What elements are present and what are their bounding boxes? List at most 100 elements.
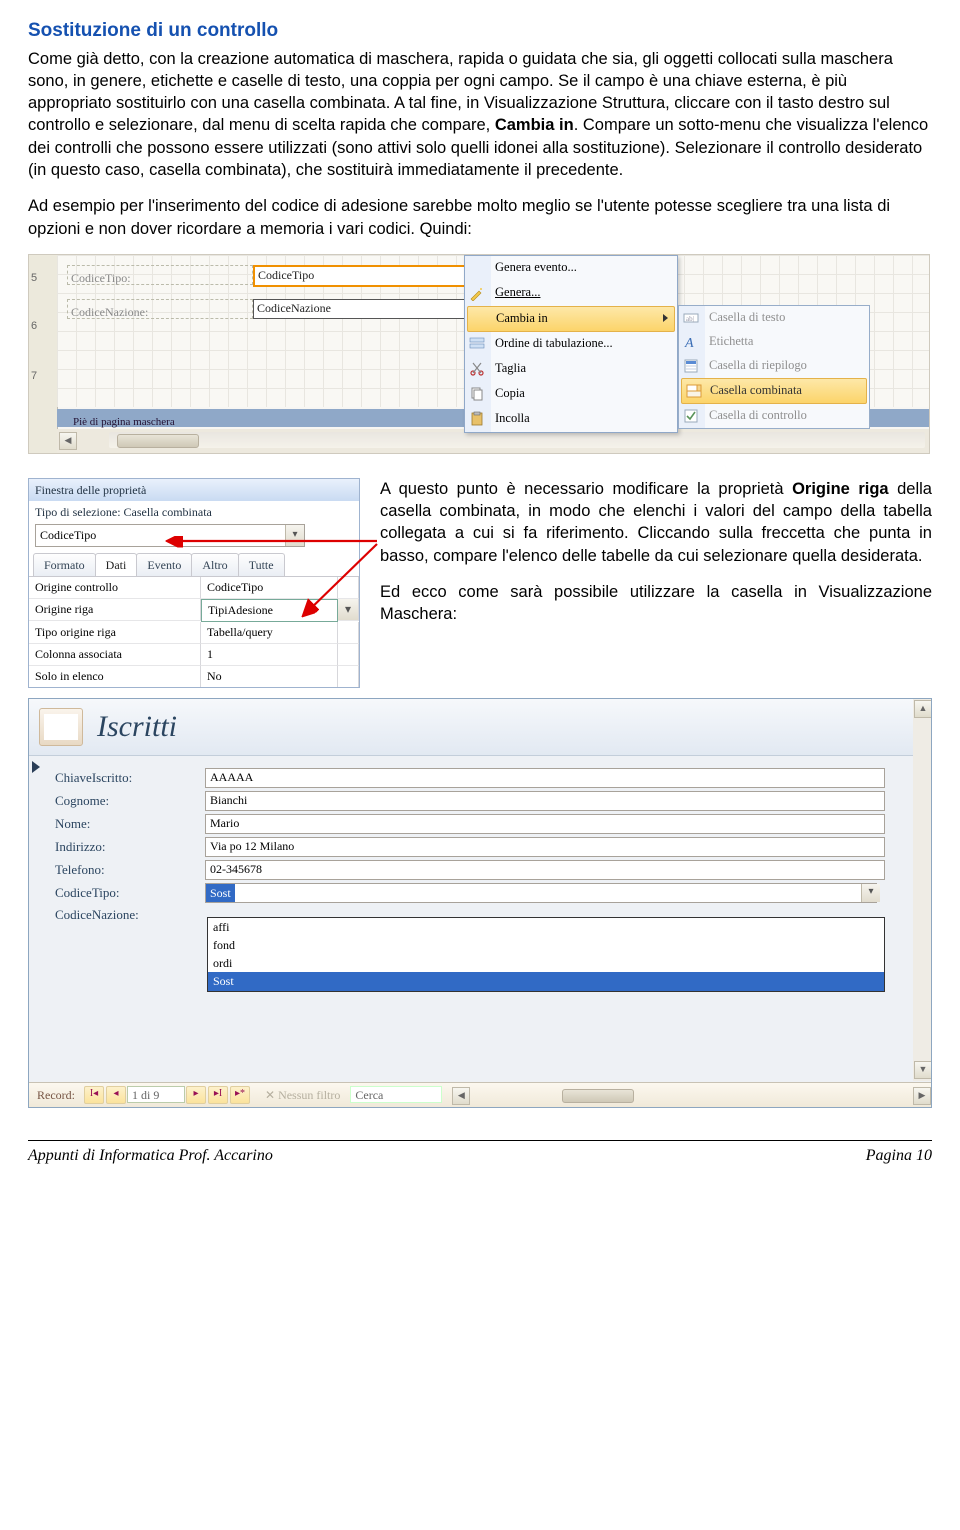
menu-genera-evento[interactable]: Genera evento... [465, 256, 677, 281]
nav-new-icon[interactable]: ▸* [230, 1086, 250, 1104]
paragraph-2: Ad esempio per l'inserimento del codice … [28, 195, 932, 240]
screenshot-form-view: Iscritti ChiaveIscritto:AAAAA Cognome:Bi… [28, 698, 932, 1108]
footer-divider [28, 1140, 932, 1141]
submenu-etichetta[interactable]: A Etichetta [679, 330, 869, 354]
menu-copia[interactable]: Copia [465, 382, 677, 407]
section-heading: Sostituzione di un controllo [28, 18, 932, 44]
menu-ordine-tabulazione-label: Ordine di tabulazione... [495, 335, 613, 352]
fi-indirizzo[interactable]: Via po 12 Milano [205, 837, 885, 857]
combobox-icon [686, 383, 702, 399]
menu-ordine-tabulazione[interactable]: Ordine di tabulazione... [465, 332, 677, 357]
form-title: Iscritti [97, 707, 177, 748]
fl-codicenazione: CodiceNazione: [29, 906, 205, 924]
textbox-codicetipo[interactable]: CodiceTipo [253, 265, 468, 287]
menu-incolla-label: Incolla [495, 410, 530, 427]
nav-next-icon[interactable]: ▸ [186, 1086, 206, 1104]
fi-nome[interactable]: Mario [205, 814, 885, 834]
vscroll-up-icon[interactable]: ▲ [914, 700, 932, 718]
label-a-icon: A [683, 334, 699, 350]
menu-taglia[interactable]: Taglia [465, 357, 677, 382]
menu-cambia-in-label: Cambia in [496, 310, 548, 327]
hscroll-left-icon[interactable]: ◀ [59, 432, 77, 450]
submenu-casella-combinata-label: Casella combinata [710, 382, 802, 399]
submenu-casella-di-riepilogo[interactable]: Casella di riepilogo [679, 354, 869, 378]
menu-incolla[interactable]: Incolla [465, 407, 677, 432]
fl-nome: Nome: [29, 815, 205, 833]
fi-cognome[interactable]: Bianchi [205, 791, 885, 811]
label-codicetipo-text: CodiceTipo: [68, 271, 131, 285]
property-sheet-subtitle: Tipo di selezione: Casella combinata [29, 501, 359, 520]
form-footer-label: Piè di pagina maschera [57, 416, 175, 428]
wand-icon [469, 285, 485, 301]
svg-text:A: A [684, 336, 694, 350]
copy-icon [469, 386, 485, 402]
svg-text:ab|: ab| [686, 315, 694, 323]
submenu-casella-di-testo[interactable]: ab| Casella di testo [679, 306, 869, 330]
fl-cognome: Cognome: [29, 792, 205, 810]
nav-nofilter-label: Nessun filtro [278, 1088, 340, 1102]
menu-cambia-in[interactable]: Cambia in [467, 306, 675, 332]
menu-copia-label: Copia [495, 385, 525, 402]
submenu-casella-di-testo-label: Casella di testo [709, 309, 785, 326]
p1b: Cambia in [495, 116, 574, 134]
form-icon [39, 708, 83, 746]
vscrollbar[interactable]: ▲ ▼ [913, 699, 931, 1081]
menu-genera[interactable]: Genera... [465, 281, 677, 306]
fl-telefono: Telefono: [29, 861, 205, 879]
nav-page[interactable]: 1 di 9 [127, 1086, 185, 1103]
record-navbar: Record: I◂ ◂ 1 di 9 ▸ ▸I ▸* ✕ Nessun fil… [29, 1082, 931, 1107]
fl-chiaveiscritto: ChiaveIscritto: [29, 769, 205, 787]
fi-codicetipo-value: Sost [206, 884, 235, 902]
hscroll-track[interactable] [109, 432, 925, 448]
vscroll-down-icon[interactable]: ▼ [914, 1061, 932, 1079]
nav-search[interactable]: Cerca [350, 1086, 442, 1103]
nav-prev-icon[interactable]: ◂ [106, 1086, 126, 1104]
ruler-7: 7 [31, 369, 37, 384]
paragraph-3: A questo punto è necessario modificare l… [380, 478, 932, 567]
hscroll-right-icon[interactable]: ▶ [913, 1087, 931, 1105]
submenu-casella-combinata[interactable]: Casella combinata [681, 378, 867, 404]
dropdown-icon[interactable]: ▾ [861, 884, 880, 902]
tab-formato[interactable]: Formato [33, 553, 96, 576]
vertical-ruler: 5 6 7 [29, 255, 58, 453]
submenu-casella-di-controllo[interactable]: Casella di controllo [679, 404, 869, 428]
fl-indirizzo: Indirizzo: [29, 838, 205, 856]
textbox-icon: ab| [683, 310, 699, 326]
ruler-5: 5 [31, 271, 37, 286]
nav-nofilter[interactable]: ✕ Nessun filtro [265, 1087, 340, 1103]
paragraph-1: Come già detto, con la creazione automat… [28, 48, 932, 182]
label-codicenazione-text: CodiceNazione: [68, 305, 148, 319]
fi-telefono[interactable]: 02-345678 [205, 860, 885, 880]
nav-last-icon[interactable]: ▸I [208, 1086, 228, 1104]
nav-hscroll[interactable]: ◀ ▶ [452, 1087, 931, 1103]
property-sheet-title: Finestra delle proprietà [29, 479, 359, 501]
hscroll-thumb[interactable] [117, 434, 199, 448]
paragraph-4: Ed ecco come sarà possibile utilizzare l… [380, 581, 932, 626]
paste-icon [469, 411, 485, 427]
fi-chiaveiscritto[interactable]: AAAAA [205, 768, 885, 788]
textbox-codicenazione[interactable]: CodiceNazione [253, 299, 466, 319]
tab-dati[interactable]: Dati [95, 553, 138, 576]
menu-genera-label: Genera... [495, 284, 540, 301]
annotation-arrow [162, 536, 382, 626]
prop-r5-value[interactable]: No [201, 666, 338, 687]
prop-r4-value[interactable]: 1 [201, 644, 338, 666]
dropdown-item-sost[interactable]: Sost [208, 972, 884, 990]
hscroll-thumb[interactable] [562, 1089, 634, 1103]
menu-taglia-label: Taglia [495, 360, 526, 377]
fl-codicetipo: CodiceTipo: [29, 884, 205, 902]
form-header: Iscritti [29, 699, 931, 756]
submenu-casella-di-riepilogo-label: Casella di riepilogo [709, 357, 807, 374]
menu-genera-evento-label: Genera evento... [495, 259, 577, 276]
dropdown-item-ordi[interactable]: ordi [208, 954, 884, 972]
dropdown-item-affi[interactable]: affi [208, 918, 884, 936]
footer-right: Pagina 10 [866, 1145, 932, 1167]
nav-record-label: Record: [29, 1087, 83, 1103]
dropdown-item-fond[interactable]: fond [208, 936, 884, 954]
submenu-etichetta-label: Etichetta [709, 333, 753, 350]
nav-first-icon[interactable]: I◂ [84, 1086, 104, 1104]
form-design-grid: 5 6 7 CodiceTipo: CodiceTipo CodiceNazio… [28, 254, 930, 454]
tabs-icon [469, 336, 485, 352]
fi-codicetipo[interactable]: Sost ▾ [205, 883, 877, 903]
hscroll-left-icon[interactable]: ◀ [452, 1087, 470, 1105]
